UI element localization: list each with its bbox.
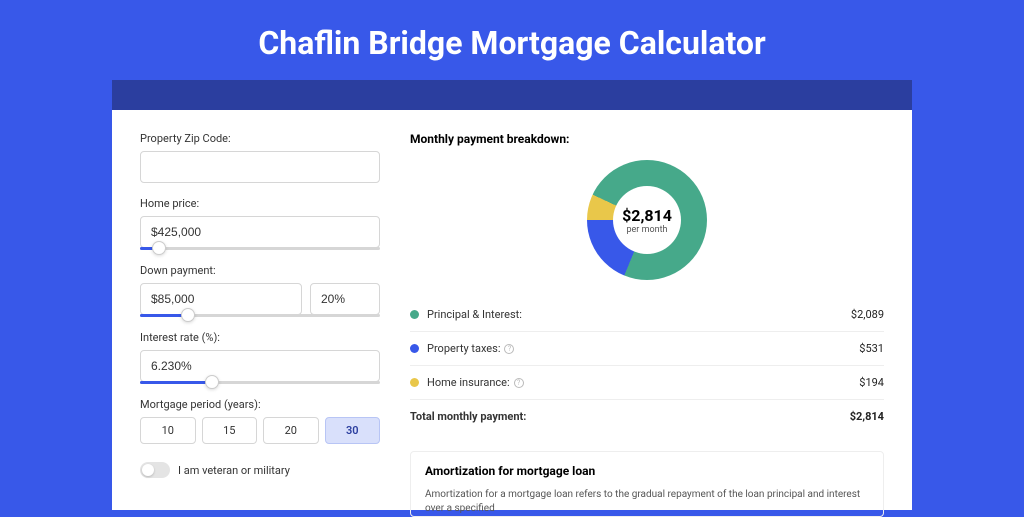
- breakdown-row: Property taxes:?$531: [410, 332, 884, 366]
- zip-label: Property Zip Code:: [140, 132, 380, 145]
- header-band: [112, 80, 912, 110]
- breakdown-amount: $2,089: [851, 308, 884, 321]
- breakdown-amount: $194: [859, 376, 884, 389]
- page-title: Chaflin Bridge Mortgage Calculator: [0, 0, 1024, 80]
- veteran-label: I am veteran or military: [178, 464, 290, 477]
- period-button-10[interactable]: 10: [140, 417, 196, 444]
- total-label: Total monthly payment:: [410, 410, 850, 423]
- period-button-15[interactable]: 15: [202, 417, 258, 444]
- home-price-field: Home price:: [140, 197, 380, 250]
- down-payment-field: Down payment:: [140, 264, 380, 317]
- donut-chart: $2,814 per month: [410, 160, 884, 280]
- form-column: Property Zip Code: Home price: Down paym…: [140, 132, 380, 510]
- calculator-card: Property Zip Code: Home price: Down paym…: [112, 110, 912, 510]
- legend-dot: [410, 310, 419, 319]
- donut-center: $2,814 per month: [613, 186, 681, 254]
- breakdown-label: Principal & Interest:: [427, 308, 851, 321]
- period-button-20[interactable]: 20: [263, 417, 319, 444]
- toggle-knob: [142, 464, 154, 476]
- donut-value: $2,814: [622, 206, 672, 225]
- home-price-input[interactable]: [140, 216, 380, 248]
- slider-thumb[interactable]: [181, 308, 195, 322]
- veteran-row: I am veteran or military: [140, 462, 380, 478]
- interest-rate-slider[interactable]: [140, 381, 380, 384]
- breakdown-column: Monthly payment breakdown: $2,814 per mo…: [410, 132, 884, 510]
- total-row: Total monthly payment: $2,814: [410, 400, 884, 433]
- breakdown-label: Property taxes:?: [427, 342, 859, 355]
- down-payment-label: Down payment:: [140, 264, 380, 277]
- breakdown-label: Home insurance:?: [427, 376, 859, 389]
- period-label: Mortgage period (years):: [140, 398, 380, 411]
- period-field: Mortgage period (years): 10152030: [140, 398, 380, 444]
- veteran-toggle[interactable]: [140, 462, 170, 478]
- down-payment-input[interactable]: [140, 283, 302, 315]
- home-price-slider[interactable]: [140, 247, 380, 250]
- down-payment-pct-input[interactable]: [310, 283, 380, 315]
- info-icon[interactable]: ?: [504, 344, 514, 354]
- slider-thumb[interactable]: [205, 375, 219, 389]
- breakdown-row: Principal & Interest:$2,089: [410, 298, 884, 332]
- breakdown-title: Monthly payment breakdown:: [410, 132, 884, 146]
- slider-thumb[interactable]: [152, 241, 166, 255]
- home-price-label: Home price:: [140, 197, 380, 210]
- period-button-30[interactable]: 30: [325, 417, 381, 444]
- breakdown-amount: $531: [859, 342, 884, 355]
- down-payment-slider[interactable]: [140, 314, 380, 317]
- info-icon[interactable]: ?: [514, 378, 524, 388]
- zip-input[interactable]: [140, 151, 380, 183]
- donut-sublabel: per month: [626, 225, 667, 235]
- legend-dot: [410, 378, 419, 387]
- legend-dot: [410, 344, 419, 353]
- breakdown-row: Home insurance:?$194: [410, 366, 884, 400]
- zip-field: Property Zip Code:: [140, 132, 380, 183]
- amortization-title: Amortization for mortgage loan: [425, 464, 869, 478]
- interest-rate-input[interactable]: [140, 350, 380, 382]
- amortization-box: Amortization for mortgage loan Amortizat…: [410, 451, 884, 517]
- total-amount: $2,814: [850, 410, 884, 423]
- interest-rate-field: Interest rate (%):: [140, 331, 380, 384]
- interest-rate-label: Interest rate (%):: [140, 331, 380, 344]
